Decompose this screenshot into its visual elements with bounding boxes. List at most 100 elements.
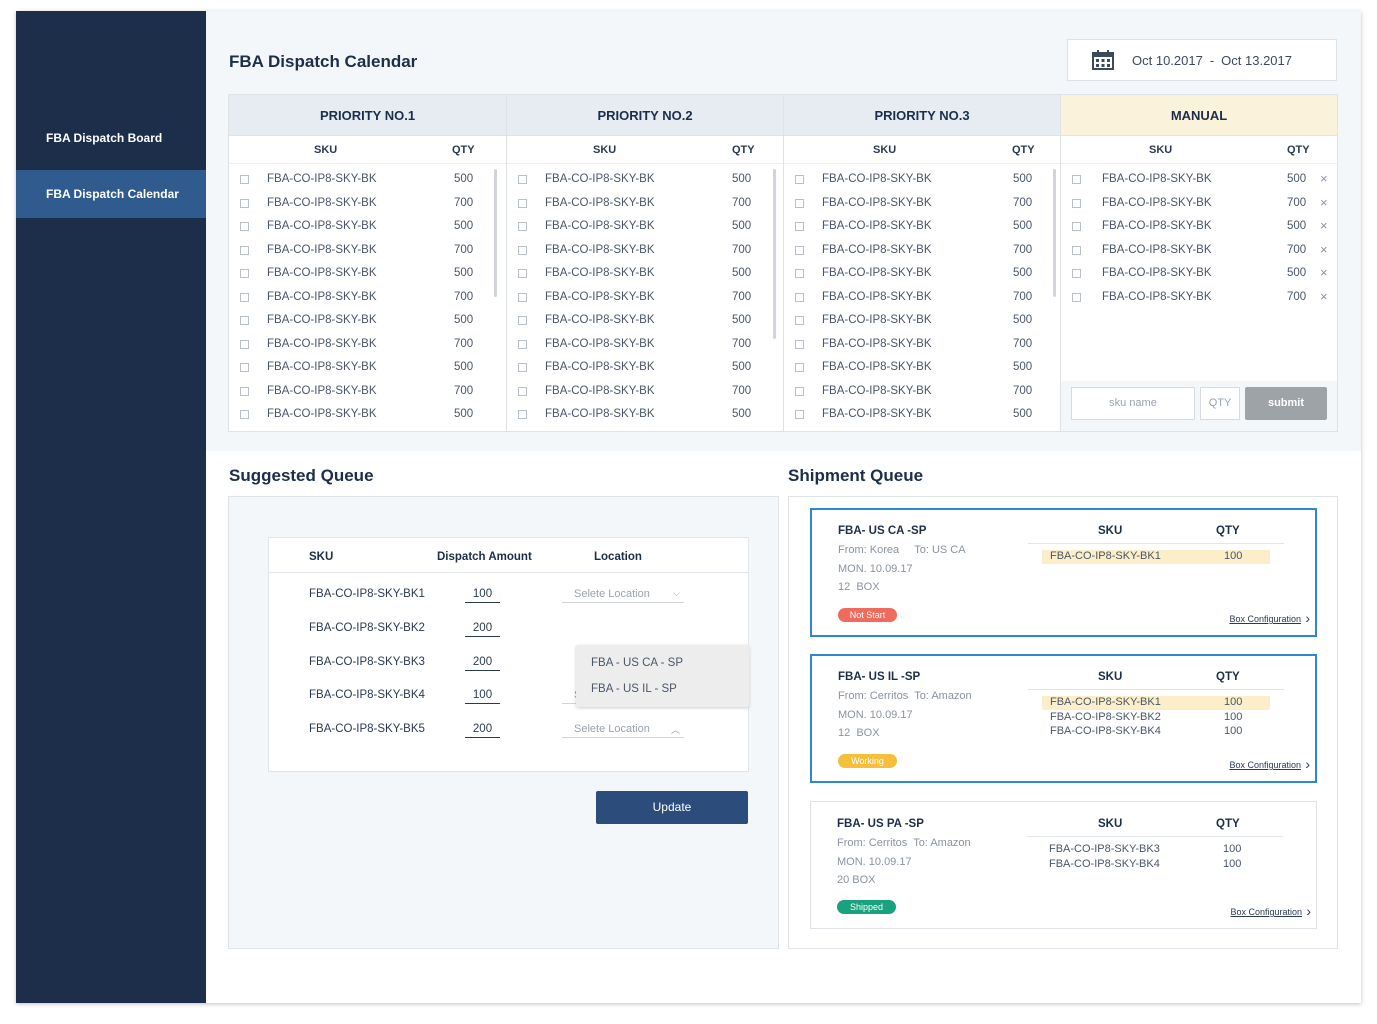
dispatch-amount-input[interactable]: 100 xyxy=(465,588,500,603)
row-checkbox[interactable] xyxy=(795,245,804,255)
submit-button[interactable]: submit xyxy=(1245,387,1327,420)
box-configuration-link[interactable]: Box Configuration xyxy=(1230,907,1302,917)
row-checkbox[interactable] xyxy=(518,339,527,349)
row-checkbox[interactable] xyxy=(518,363,527,372)
board-row[interactable]: FBA-CO-IP8-SKY-BK 500 xyxy=(507,263,783,286)
board-row[interactable]: FBA-CO-IP8-SKY-BK 700 xyxy=(507,193,783,216)
dropdown-option-us-il[interactable]: FBA - US IL - SP xyxy=(591,683,677,695)
dispatch-amount-input[interactable]: 100 xyxy=(465,689,500,704)
dispatch-amount-input[interactable]: 200 xyxy=(465,656,500,671)
board-row[interactable]: FBA-CO-IP8-SKY-BK 700 xyxy=(507,381,783,404)
update-button[interactable]: Update xyxy=(596,791,748,824)
row-checkbox[interactable] xyxy=(240,339,249,349)
row-checkbox[interactable] xyxy=(240,175,249,184)
row-checkbox[interactable] xyxy=(1072,292,1081,302)
row-checkbox[interactable] xyxy=(518,269,527,278)
dispatch-amount-input[interactable]: 200 xyxy=(465,723,500,738)
board-row[interactable]: FBA-CO-IP8-SKY-BK 700 xyxy=(784,240,1060,263)
board-row[interactable]: FBA-CO-IP8-SKY-BK 500 xyxy=(784,310,1060,333)
board-row[interactable]: FBA-CO-IP8-SKY-BK 500 xyxy=(229,169,506,192)
board-row[interactable]: FBA-CO-IP8-SKY-BK 500 xyxy=(507,169,783,192)
remove-icon[interactable]: × xyxy=(1320,171,1328,186)
board-row[interactable]: FBA-CO-IP8-SKY-BK 700 xyxy=(229,334,506,357)
row-checkbox[interactable] xyxy=(795,292,804,302)
dropdown-option-us-ca[interactable]: FBA - US CA - SP xyxy=(591,657,683,669)
board-row[interactable]: FBA-CO-IP8-SKY-BK 500 xyxy=(507,357,783,380)
manual-row[interactable]: FBA-CO-IP8-SKY-BK 700 × xyxy=(1061,193,1337,216)
row-checkbox[interactable] xyxy=(795,198,804,208)
scrollbar[interactable] xyxy=(773,169,776,339)
row-checkbox[interactable] xyxy=(240,222,249,231)
board-row[interactable]: FBA-CO-IP8-SKY-BK 500 xyxy=(784,216,1060,239)
remove-icon[interactable]: × xyxy=(1320,195,1328,210)
manual-row[interactable]: FBA-CO-IP8-SKY-BK 500 × xyxy=(1061,216,1337,239)
shipment-card[interactable]: FBA- US PA -SP From: Cerritos To: Amazon M… xyxy=(810,801,1317,929)
row-checkbox[interactable] xyxy=(518,292,527,302)
row-checkbox[interactable] xyxy=(1072,175,1081,184)
board-row[interactable]: FBA-CO-IP8-SKY-BK 500 xyxy=(784,357,1060,380)
remove-icon[interactable]: × xyxy=(1320,242,1328,257)
row-checkbox[interactable] xyxy=(240,410,249,419)
manual-row[interactable]: FBA-CO-IP8-SKY-BK 500 × xyxy=(1061,169,1337,192)
remove-icon[interactable]: × xyxy=(1320,265,1328,280)
shipment-card[interactable]: FBA- US CA -SP From: Korea To: US CA MON. … xyxy=(810,508,1317,637)
board-row[interactable]: FBA-CO-IP8-SKY-BK 700 xyxy=(229,240,506,263)
row-checkbox[interactable] xyxy=(795,316,804,325)
qty-input[interactable]: QTY xyxy=(1200,387,1240,420)
remove-icon[interactable]: × xyxy=(1320,289,1328,304)
scrollbar[interactable] xyxy=(1053,169,1056,297)
board-row[interactable]: FBA-CO-IP8-SKY-BK 700 xyxy=(229,287,506,310)
board-row[interactable]: FBA-CO-IP8-SKY-BK 700 xyxy=(784,193,1060,216)
board-row[interactable]: FBA-CO-IP8-SKY-BK 500 xyxy=(507,310,783,333)
shipment-card[interactable]: FBA- US IL -SP From: Cerritos To: Amazon M… xyxy=(810,654,1317,783)
board-row[interactable]: FBA-CO-IP8-SKY-BK 700 xyxy=(507,334,783,357)
row-checkbox[interactable] xyxy=(240,245,249,255)
row-checkbox[interactable] xyxy=(795,363,804,372)
row-checkbox[interactable] xyxy=(1072,198,1081,208)
date-range-picker[interactable]: Oct 10.2017 - Oct 13.2017 xyxy=(1067,39,1337,81)
board-row[interactable]: FBA-CO-IP8-SKY-BK 500 xyxy=(229,310,506,333)
dispatch-amount-input[interactable]: 200 xyxy=(465,622,500,637)
board-row[interactable]: FBA-CO-IP8-SKY-BK 500 xyxy=(507,404,783,427)
row-checkbox[interactable] xyxy=(518,410,527,419)
board-row[interactable]: FBA-CO-IP8-SKY-BK 500 xyxy=(229,216,506,239)
row-checkbox[interactable] xyxy=(240,316,249,325)
row-checkbox[interactable] xyxy=(795,410,804,419)
row-checkbox[interactable] xyxy=(795,386,804,396)
row-checkbox[interactable] xyxy=(518,316,527,325)
row-checkbox[interactable] xyxy=(518,222,527,231)
sidebar-item-dispatch-board[interactable]: FBA Dispatch Board xyxy=(16,114,206,162)
board-row[interactable]: FBA-CO-IP8-SKY-BK 500 xyxy=(229,357,506,380)
row-checkbox[interactable] xyxy=(1072,245,1081,255)
row-checkbox[interactable] xyxy=(795,269,804,278)
board-row[interactable]: FBA-CO-IP8-SKY-BK 700 xyxy=(784,381,1060,404)
row-checkbox[interactable] xyxy=(240,269,249,278)
board-row[interactable]: FBA-CO-IP8-SKY-BK 700 xyxy=(229,193,506,216)
location-select[interactable]: Selete Location ︿ xyxy=(562,723,684,738)
row-checkbox[interactable] xyxy=(240,363,249,372)
location-select[interactable]: Selete Location ⌵ xyxy=(562,588,684,603)
row-checkbox[interactable] xyxy=(1072,269,1081,278)
board-row[interactable]: FBA-CO-IP8-SKY-BK 500 xyxy=(507,216,783,239)
manual-row[interactable]: FBA-CO-IP8-SKY-BK 700 × xyxy=(1061,287,1337,310)
row-checkbox[interactable] xyxy=(518,386,527,396)
row-checkbox[interactable] xyxy=(518,175,527,184)
board-row[interactable]: FBA-CO-IP8-SKY-BK 500 xyxy=(784,169,1060,192)
box-configuration-link[interactable]: Box Configuration xyxy=(1229,614,1301,624)
board-row[interactable]: FBA-CO-IP8-SKY-BK 500 xyxy=(784,263,1060,286)
sidebar-item-dispatch-calendar[interactable]: FBA Dispatch Calendar xyxy=(16,170,206,218)
row-checkbox[interactable] xyxy=(795,339,804,349)
row-checkbox[interactable] xyxy=(518,245,527,255)
scrollbar[interactable] xyxy=(494,169,497,297)
board-row[interactable]: FBA-CO-IP8-SKY-BK 500 xyxy=(784,404,1060,427)
board-row[interactable]: FBA-CO-IP8-SKY-BK 700 xyxy=(229,381,506,404)
board-row[interactable]: FBA-CO-IP8-SKY-BK 700 xyxy=(507,240,783,263)
board-row[interactable]: FBA-CO-IP8-SKY-BK 700 xyxy=(507,287,783,310)
board-row[interactable]: FBA-CO-IP8-SKY-BK 500 xyxy=(229,263,506,286)
box-configuration-link[interactable]: Box Configuration xyxy=(1229,760,1301,770)
row-checkbox[interactable] xyxy=(240,198,249,208)
row-checkbox[interactable] xyxy=(240,292,249,302)
board-row[interactable]: FBA-CO-IP8-SKY-BK 700 xyxy=(784,287,1060,310)
row-checkbox[interactable] xyxy=(795,222,804,231)
manual-row[interactable]: FBA-CO-IP8-SKY-BK 700 × xyxy=(1061,240,1337,263)
